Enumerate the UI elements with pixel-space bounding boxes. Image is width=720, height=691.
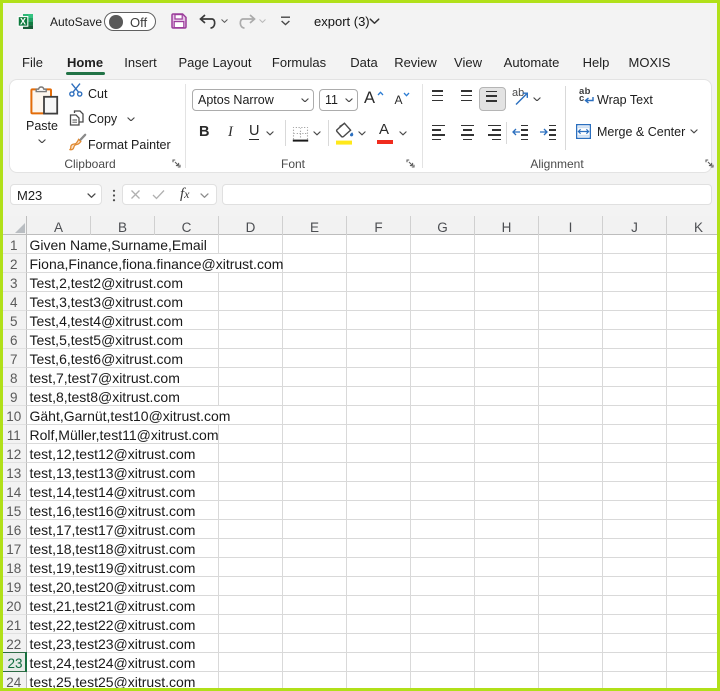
svg-text:X: X	[20, 17, 26, 27]
